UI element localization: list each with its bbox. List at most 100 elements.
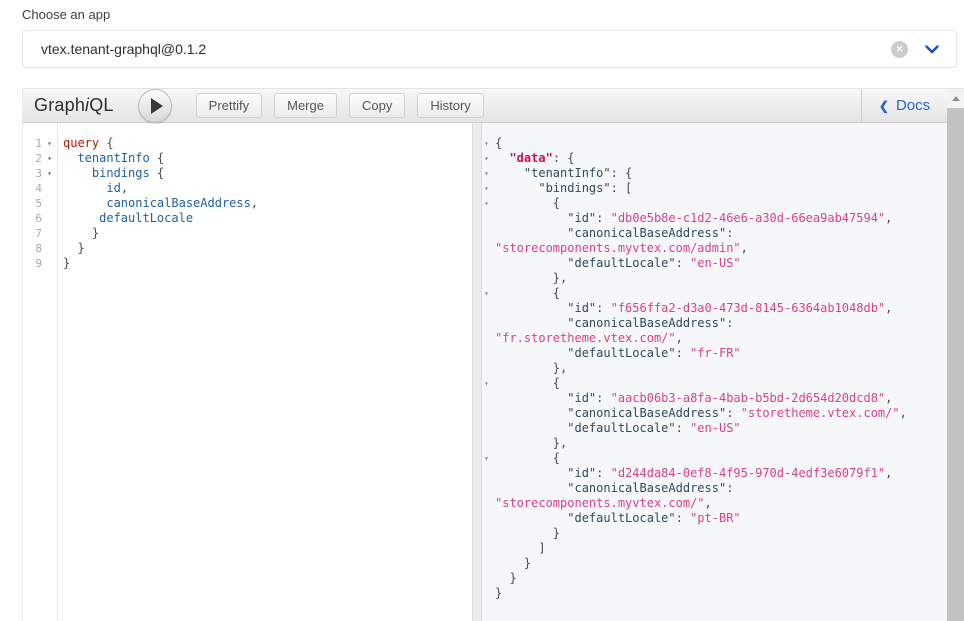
- code-text: "defaultLocale": "fr-FR": [495, 346, 741, 361]
- code-text: }: [495, 526, 560, 541]
- graphiql-panes: 1▾query {2▾ tenantInfo {3▾ bindings {4 i…: [23, 123, 947, 621]
- gutter: 1▾: [23, 136, 57, 151]
- fold-arrow-icon[interactable]: ▾: [42, 151, 57, 166]
- fold-arrow-icon[interactable]: ▾: [482, 181, 495, 196]
- code-line: "canonicalBaseAddress": "storetheme.vtex…: [482, 406, 947, 421]
- code-text: "storecomponents.myvtex.com/",: [495, 496, 712, 511]
- query-editor[interactable]: 1▾query {2▾ tenantInfo {3▾ bindings {4 i…: [23, 123, 472, 621]
- pane-resize-divider[interactable]: [472, 123, 482, 621]
- code-text: "id": "d244da84-0ef8-4f95-970d-4edf3e607…: [495, 466, 892, 481]
- line-number: 9: [23, 256, 42, 271]
- fold-spacer: [482, 226, 495, 241]
- history-button[interactable]: History: [417, 93, 483, 118]
- code-line: 8 }: [23, 241, 472, 256]
- app-select[interactable]: vtex.tenant-graphql@0.1.2 ✕: [22, 30, 957, 68]
- scrollbar-thumb[interactable]: [947, 108, 964, 621]
- line-number: 2: [23, 151, 42, 166]
- code-line: "storecomponents.myvtex.com/admin",: [482, 241, 947, 256]
- fold-arrow-icon[interactable]: ▾: [482, 151, 495, 166]
- code-text: "defaultLocale": "en-US": [495, 256, 741, 271]
- fold-spacer: [482, 211, 495, 226]
- code-text: },: [495, 271, 567, 286]
- line-number: 8: [23, 241, 42, 256]
- fold-spacer: [42, 211, 57, 226]
- code-line: 3▾ bindings {: [23, 166, 472, 181]
- chevron-down-icon[interactable]: [925, 45, 939, 54]
- fold-arrow-icon[interactable]: ▾: [482, 136, 495, 151]
- line-number: 1: [23, 136, 42, 151]
- code-text: tenantInfo {: [57, 151, 164, 166]
- code-line: ▾{: [482, 136, 947, 151]
- code-line: "id": "d244da84-0ef8-4f95-970d-4edf3e607…: [482, 466, 947, 481]
- fold-spacer: [482, 496, 495, 511]
- fold-spacer: [482, 406, 495, 421]
- prettify-button[interactable]: Prettify: [196, 93, 262, 118]
- fold-arrow-icon[interactable]: ▾: [42, 166, 57, 181]
- code-line: "fr.storetheme.vtex.com/",: [482, 331, 947, 346]
- code-text: query {: [57, 136, 114, 151]
- code-line: "defaultLocale": "en-US": [482, 421, 947, 436]
- code-line: "canonicalBaseAddress":: [482, 481, 947, 496]
- gutter: 4: [23, 181, 57, 196]
- fold-arrow-icon[interactable]: ▾: [42, 136, 57, 151]
- code-text: }: [495, 556, 531, 571]
- fold-spacer: [482, 316, 495, 331]
- code-text: "data": {: [495, 151, 575, 166]
- code-line: ▾ {: [482, 376, 947, 391]
- code-text: "defaultLocale": "en-US": [495, 421, 741, 436]
- fold-spacer: [482, 481, 495, 496]
- code-text: defaultLocale: [57, 211, 193, 226]
- gutter: 5: [23, 196, 57, 211]
- code-text: "fr.storetheme.vtex.com/",: [495, 331, 683, 346]
- execute-query-button[interactable]: [138, 89, 172, 123]
- code-text: "id": "f656ffa2-d3a0-473d-8145-6364ab104…: [495, 301, 892, 316]
- code-text: {: [495, 451, 560, 466]
- code-text: "storecomponents.myvtex.com/admin",: [495, 241, 748, 256]
- fold-arrow-icon[interactable]: ▾: [482, 376, 495, 391]
- fold-spacer: [482, 301, 495, 316]
- fold-spacer: [482, 436, 495, 451]
- fold-arrow-icon[interactable]: ▾: [482, 166, 495, 181]
- code-text: "canonicalBaseAddress":: [495, 481, 733, 496]
- gutter: 8: [23, 241, 57, 256]
- fold-spacer: [482, 331, 495, 346]
- app-select-value: vtex.tenant-graphql@0.1.2: [41, 41, 891, 57]
- code-line: 4 id,: [23, 181, 472, 196]
- code-line: }: [482, 556, 947, 571]
- result-viewer: ▾{▾ "data": {▾ "tenantInfo": {▾ "binding…: [482, 123, 947, 621]
- copy-button[interactable]: Copy: [349, 93, 405, 118]
- code-line: "id": "aacb06b3-a8fa-4bab-b5bd-2d654d20d…: [482, 391, 947, 406]
- code-text: "canonicalBaseAddress":: [495, 226, 733, 241]
- code-line: "defaultLocale": "en-US": [482, 256, 947, 271]
- fold-spacer: [42, 181, 57, 196]
- code-text: }: [57, 226, 99, 241]
- chevron-left-icon: ❮: [879, 99, 889, 113]
- fold-spacer: [482, 511, 495, 526]
- code-line: "canonicalBaseAddress":: [482, 316, 947, 331]
- choose-app-label: Choose an app: [22, 7, 110, 22]
- code-line: ▾ "data": {: [482, 151, 947, 166]
- graphiql-toolbar: GraphiQL Prettify Merge Copy History ❮ D…: [23, 89, 947, 123]
- docs-toggle[interactable]: ❮ Docs: [861, 89, 947, 122]
- merge-button[interactable]: Merge: [274, 93, 337, 118]
- code-line: "defaultLocale": "pt-BR": [482, 511, 947, 526]
- graphiql-page: Choose an app vtex.tenant-graphql@0.1.2 …: [0, 0, 964, 621]
- fold-arrow-icon[interactable]: ▾: [482, 196, 495, 211]
- fold-spacer: [482, 361, 495, 376]
- fold-spacer: [482, 466, 495, 481]
- fold-arrow-icon[interactable]: ▾: [482, 286, 495, 301]
- fold-spacer: [482, 421, 495, 436]
- clear-selection-icon[interactable]: ✕: [891, 41, 908, 58]
- code-text: {: [495, 286, 560, 301]
- code-text: "tenantInfo": {: [495, 166, 632, 181]
- fold-arrow-icon[interactable]: ▾: [482, 451, 495, 466]
- fold-spacer: [482, 556, 495, 571]
- code-line: 2▾ tenantInfo {: [23, 151, 472, 166]
- fold-spacer: [482, 346, 495, 361]
- line-number: 7: [23, 226, 42, 241]
- gutter: 9: [23, 256, 57, 271]
- scrollbar-up-button[interactable]: [947, 89, 964, 108]
- gutter: 3▾: [23, 166, 57, 181]
- code-text: },: [495, 436, 567, 451]
- result-scrollbar[interactable]: [947, 89, 964, 621]
